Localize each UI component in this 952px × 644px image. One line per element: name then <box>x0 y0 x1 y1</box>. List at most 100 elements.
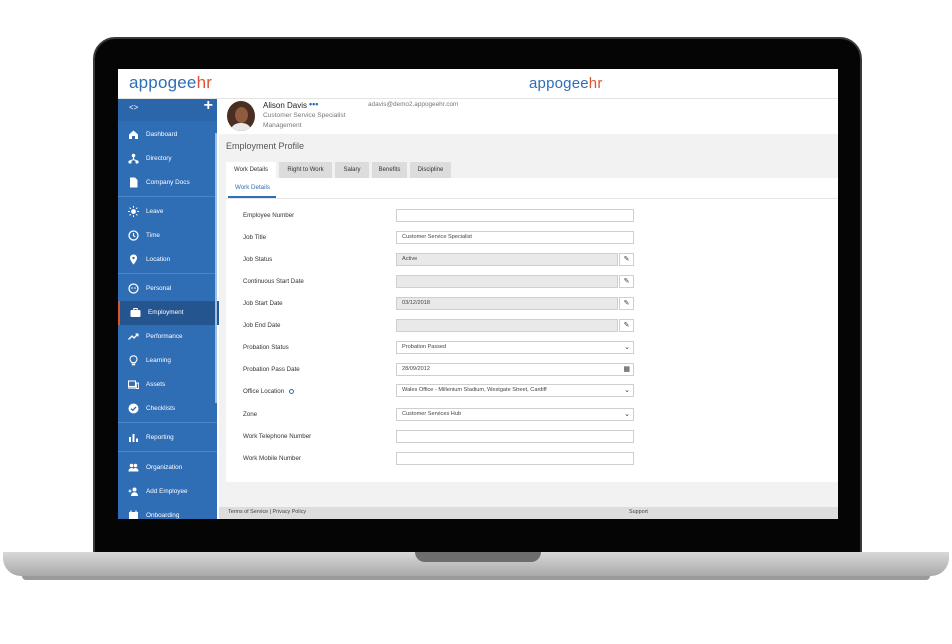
sidebar-item-add-employee[interactable]: Add Employee <box>118 480 217 504</box>
profile-email[interactable]: adavis@demo2.appogeehr.com <box>368 101 458 108</box>
footer-support-link[interactable]: Support <box>629 509 648 515</box>
sidebar-item-label: Reporting <box>146 434 174 441</box>
sidebar: <> + Dashboard Directory Company Docs Le… <box>118 97 219 519</box>
sidebar-scrollbar[interactable] <box>215 133 217 403</box>
work-mobile-input[interactable] <box>396 452 634 465</box>
sidebar-item-label: Personal <box>146 285 172 292</box>
sidebar-item-performance[interactable]: Performance <box>118 325 217 349</box>
job-end-date-edit-button[interactable]: ✎ <box>619 319 634 332</box>
footer-legal-links[interactable]: Terms of Service | Privacy Policy <box>228 509 306 515</box>
sidebar-item-assets[interactable]: Assets <box>118 373 217 397</box>
job-end-date-field <box>396 319 618 332</box>
sidebar-item-employment[interactable]: Employment <box>118 301 219 325</box>
continuous-start-date-field <box>396 275 618 288</box>
sidebar-item-label: Learning <box>146 357 171 364</box>
sidebar-item-learning[interactable]: Learning <box>118 349 217 373</box>
face-icon <box>128 283 139 294</box>
sidebar-item-leave[interactable]: Leave <box>118 200 217 224</box>
sidebar-item-label: Organization <box>146 464 183 471</box>
sidebar-item-label: Time <box>146 232 160 239</box>
add-icon[interactable]: + <box>204 97 213 115</box>
collapse-toggle-icon[interactable]: <> <box>129 103 138 112</box>
chevron-down-icon: ⌄ <box>624 344 630 351</box>
sidebar-item-label: Employment <box>148 309 184 316</box>
job-status-field: Active <box>396 253 618 266</box>
sidebar-item-organization[interactable]: Organization <box>118 456 217 480</box>
main-content: Alison Davis ••• Customer Service Specia… <box>219 99 838 519</box>
sidebar-item-company-docs[interactable]: Company Docs <box>118 171 217 195</box>
profile-department: Management <box>263 122 302 129</box>
brand-logo-left[interactable]: appogeehr <box>129 73 212 93</box>
sidebar-divider <box>118 451 217 452</box>
calendar-icon[interactable]: ▦ <box>623 364 630 375</box>
sidebar-item-dashboard[interactable]: Dashboard <box>118 123 217 147</box>
subtab-work-details[interactable]: Work Details <box>235 184 270 191</box>
job-end-date-label: Job End Date <box>243 322 281 329</box>
employee-number-input[interactable] <box>396 209 634 222</box>
clock-icon <box>128 230 139 241</box>
brand-text-accent: hr <box>196 73 213 92</box>
info-icon[interactable] <box>289 388 295 394</box>
zone-label: Zone <box>243 411 258 418</box>
sidebar-header: <> + <box>118 97 217 121</box>
tab-benefits[interactable]: Benefits <box>372 162 407 178</box>
sidebar-item-label: Onboarding <box>146 512 180 519</box>
office-location-label: Office Location <box>243 388 295 395</box>
sidebar-item-reporting[interactable]: Reporting <box>118 426 217 450</box>
probation-status-select[interactable]: Probation Passed ⌄ <box>396 341 634 354</box>
more-options-icon[interactable]: ••• <box>309 99 318 109</box>
work-mobile-label: Work Mobile Number <box>243 455 301 462</box>
probation-pass-date-label: Probation Pass Date <box>243 366 300 373</box>
tab-discipline[interactable]: Discipline <box>410 162 451 178</box>
probation-pass-date-input[interactable]: 28/09/2012 ▦ <box>396 363 634 376</box>
tab-right-to-work[interactable]: Right to Work <box>279 162 332 178</box>
avatar-body <box>230 123 252 131</box>
probation-status-label: Probation Status <box>243 344 289 351</box>
document-icon <box>128 177 139 188</box>
job-title-input[interactable]: Customer Service Specialist <box>396 231 634 244</box>
sidebar-item-label: Checklists <box>146 405 176 412</box>
map-pin-icon <box>128 254 139 265</box>
sidebar-item-label: Directory <box>146 155 172 162</box>
brand-text-accent: hr <box>588 75 603 92</box>
app-screen: appogeehr appogeehr <> + Dashboard Direc… <box>118 69 838 519</box>
sidebar-divider <box>118 422 217 423</box>
continuous-start-date-label: Continuous Start Date <box>243 278 304 285</box>
pencil-icon: ✎ <box>623 256 630 263</box>
sidebar-item-directory[interactable]: Directory <box>118 147 217 171</box>
add-person-icon <box>128 486 139 497</box>
job-status-edit-button[interactable]: ✎ <box>619 253 634 266</box>
sidebar-item-label: Performance <box>146 333 183 340</box>
continuous-start-date-edit-button[interactable]: ✎ <box>619 275 634 288</box>
pencil-icon: ✎ <box>623 300 630 307</box>
office-location-select[interactable]: Wales Office - Millenium Stadium, Westga… <box>396 384 634 397</box>
laptop-notch <box>415 552 541 562</box>
job-start-date-edit-button[interactable]: ✎ <box>619 297 634 310</box>
sidebar-divider <box>118 196 217 197</box>
laptop-base-shadow <box>22 576 930 580</box>
brand-logo-center: appogeehr <box>529 75 603 92</box>
probation-status-value: Probation Passed <box>402 344 447 350</box>
sidebar-item-personal[interactable]: Personal <box>118 277 217 301</box>
sidebar-item-onboarding[interactable]: Onboarding <box>118 504 217 519</box>
sidebar-divider <box>118 273 217 274</box>
tab-salary[interactable]: Salary <box>335 162 369 178</box>
top-bar: appogeehr appogeehr <box>118 69 838 99</box>
sidebar-item-label: Dashboard <box>146 131 178 138</box>
office-location-value: Wales Office - Millenium Stadium, Westga… <box>402 387 547 393</box>
sidebar-item-label: Company Docs <box>146 179 190 186</box>
org-tree-icon <box>128 153 139 164</box>
sidebar-item-checklists[interactable]: Checklists <box>118 397 217 421</box>
zone-select[interactable]: Customer Services Hub ⌄ <box>396 408 634 421</box>
tab-work-details[interactable]: Work Details <box>226 162 276 178</box>
trend-icon <box>128 331 139 342</box>
bar-chart-icon <box>128 432 139 443</box>
work-telephone-input[interactable] <box>396 430 634 443</box>
work-details-form: Employee Number Job Title Customer Servi… <box>226 199 838 482</box>
job-start-date-field: 03/12/2018 <box>396 297 618 310</box>
people-icon <box>128 462 139 473</box>
sidebar-item-time[interactable]: Time <box>118 224 217 248</box>
sidebar-item-location[interactable]: Location <box>118 248 217 272</box>
pencil-icon: ✎ <box>623 322 630 329</box>
avatar[interactable] <box>227 101 255 131</box>
